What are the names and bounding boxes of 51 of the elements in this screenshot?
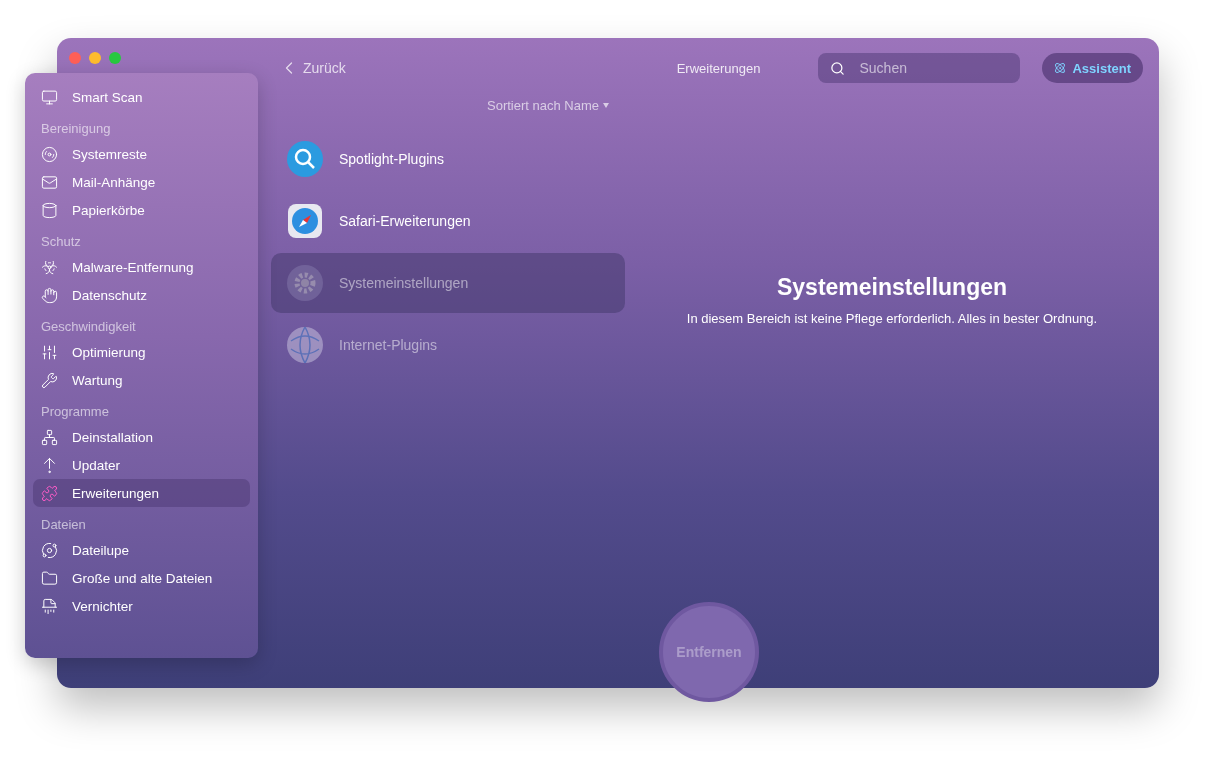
search-icon — [830, 61, 846, 76]
sidebar-item[interactable]: Smart Scan — [33, 83, 250, 111]
sidebar-item[interactable]: Papierkörbe — [33, 196, 250, 224]
sidebar-item[interactable]: Optimierung — [33, 338, 250, 366]
sidebar-item-icon — [41, 597, 58, 615]
sidebar-item-icon — [41, 145, 58, 163]
extension-item[interactable]: Spotlight-Plugins — [271, 129, 625, 189]
sidebar-item-icon — [41, 371, 58, 389]
minimize-button[interactable] — [89, 52, 101, 64]
sidebar-heading: Geschwindigkeit — [40, 318, 137, 336]
sidebar-item[interactable]: Mail-Anhänge — [33, 168, 250, 196]
sidebar-item-icon — [41, 173, 58, 191]
window-title: Erweiterungen — [676, 60, 761, 76]
sidebar-item[interactable]: Große und alte Dateien — [33, 564, 250, 592]
back-button[interactable]: Zurück — [271, 58, 346, 78]
sidebar-item[interactable]: Wartung — [33, 366, 250, 394]
atom-icon — [1054, 62, 1067, 74]
sidebar-item-icon — [41, 343, 58, 361]
sidebar-heading: Schutz — [40, 233, 82, 251]
sidebar-heading: Dateien — [40, 516, 87, 534]
sidebar-item[interactable]: Malware-Entfernung — [33, 253, 250, 281]
globe-icon — [287, 327, 323, 363]
close-button[interactable] — [69, 52, 81, 64]
sidebar-item[interactable]: Vernichter — [33, 592, 250, 620]
sort-dropdown[interactable]: Sortiert nach Name — [487, 98, 599, 113]
assistant-button[interactable]: Assistent — [1042, 53, 1143, 83]
sidebar-heading: Programme — [40, 403, 110, 421]
sidebar-item-icon — [41, 428, 58, 446]
magnifier-icon — [287, 141, 323, 177]
sidebar-item[interactable]: Erweiterungen — [33, 479, 250, 507]
gear-icon — [287, 265, 323, 301]
sidebar-item-icon — [41, 569, 58, 587]
sidebar-item-icon — [41, 484, 58, 502]
sidebar-heading: Bereinigung — [40, 120, 112, 138]
sidebar-item-icon — [41, 258, 58, 276]
sidebar-item-icon — [41, 88, 58, 106]
compass-icon — [287, 203, 323, 239]
sidebar-item[interactable]: Updater — [33, 451, 250, 479]
detail-message: In diesem Bereich ist keine Pflege erforderlich. Alles in bester Ordnung. — [686, 311, 1098, 326]
zoom-button[interactable] — [109, 52, 121, 64]
sidebar-item[interactable]: Datenschutz — [33, 281, 250, 309]
sidebar-item[interactable]: Deinstallation — [33, 423, 250, 451]
sidebar-item[interactable]: Systemreste — [33, 140, 250, 168]
extension-item[interactable]: Safari-Erweiterungen — [271, 191, 625, 251]
detail-title: Systemeinstellungen — [776, 274, 1008, 301]
sidebar-item[interactable]: Dateilupe — [33, 536, 250, 564]
sidebar-item-icon — [41, 201, 58, 219]
sidebar-item-icon — [41, 286, 58, 304]
sidebar-item-icon — [41, 456, 58, 474]
caret-icon — [603, 103, 609, 108]
sidebar-item-icon — [41, 541, 58, 559]
